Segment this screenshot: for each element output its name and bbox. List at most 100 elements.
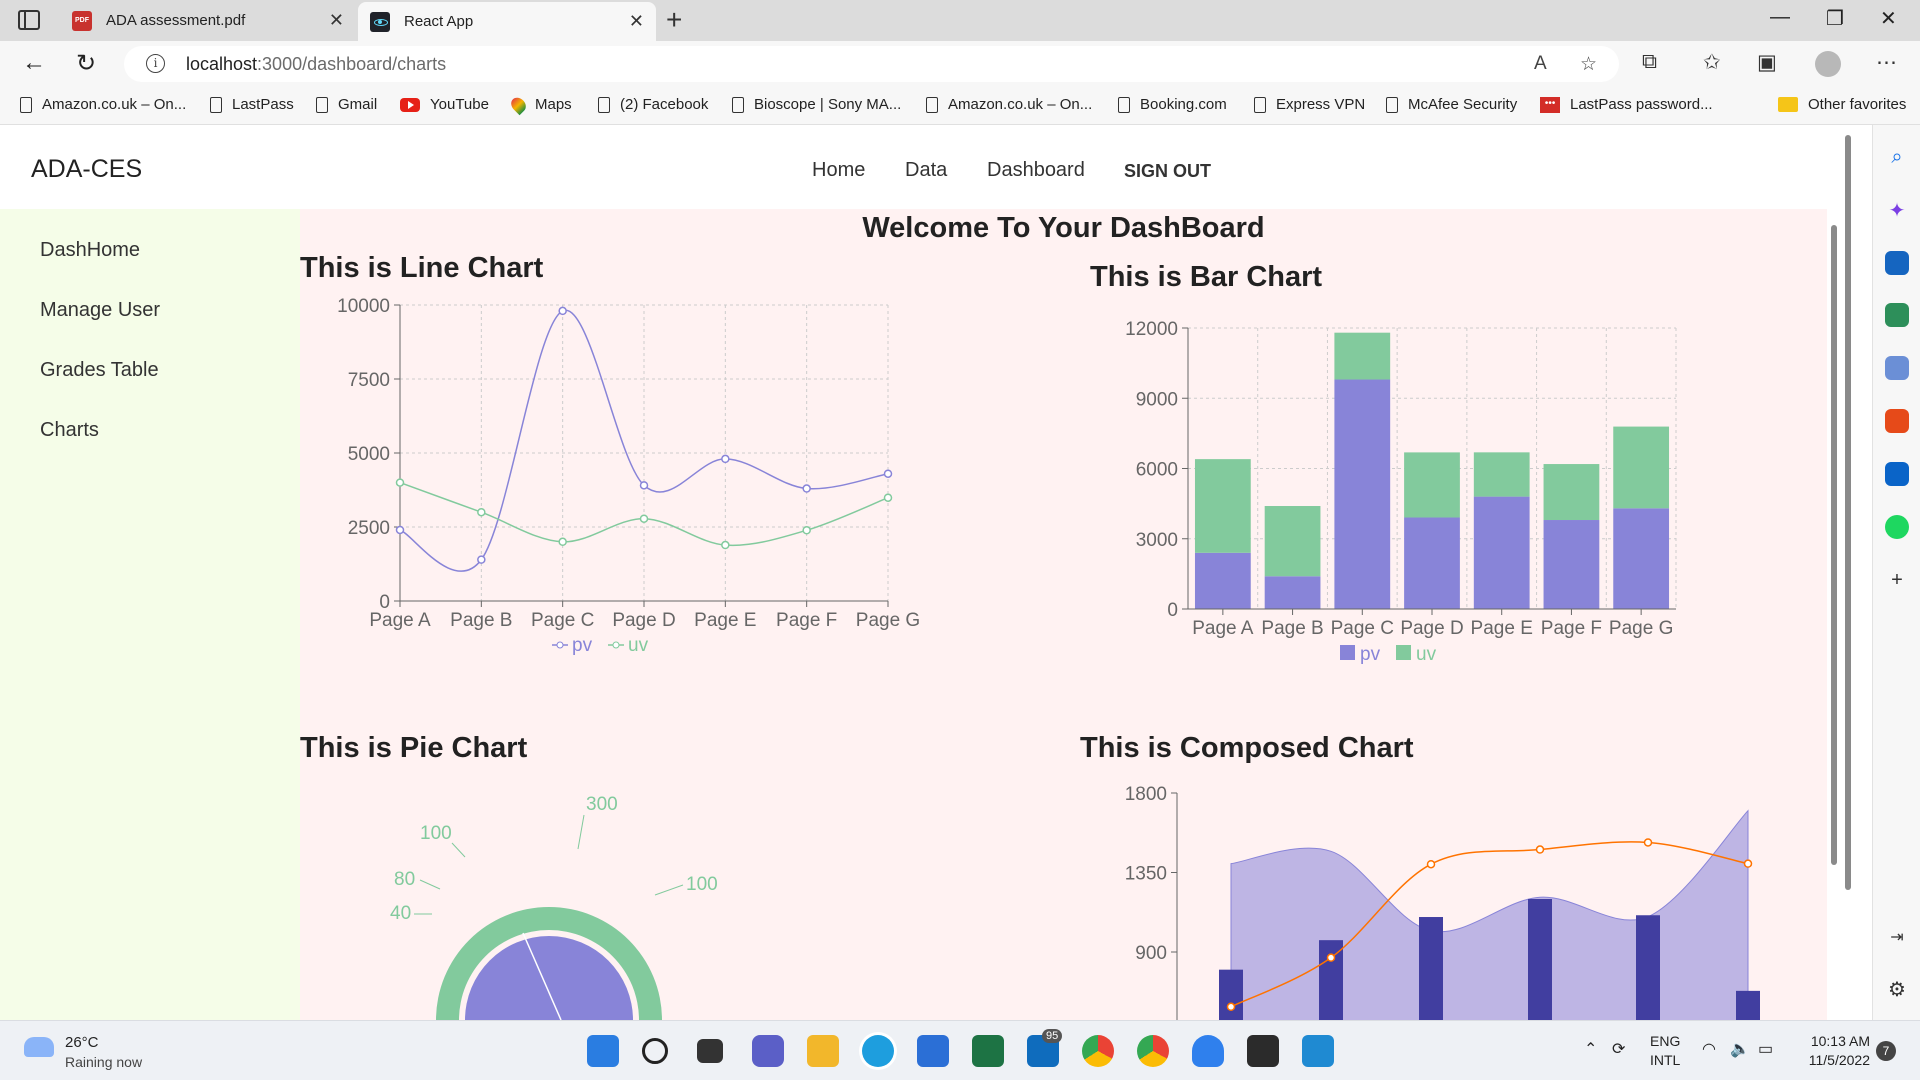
- games-icon[interactable]: [1885, 356, 1909, 380]
- office-icon[interactable]: [1885, 409, 1909, 433]
- shopping-icon[interactable]: [1885, 251, 1909, 275]
- battery-icon[interactable]: ▭: [1758, 1039, 1773, 1059]
- bar-uv: [1543, 464, 1600, 521]
- page-icon: [598, 96, 610, 113]
- sidebar-item-dashhome[interactable]: DashHome: [40, 239, 140, 262]
- tab-pdf[interactable]: PDF ADA assessment.pdf ✕: [60, 0, 356, 41]
- close-tab-icon[interactable]: ✕: [329, 10, 344, 31]
- sidebar-item-grades-table[interactable]: Grades Table: [40, 359, 159, 382]
- add-favorite-icon[interactable]: ☆: [1580, 53, 1597, 76]
- notification-badge[interactable]: 7: [1876, 1041, 1896, 1061]
- excel-icon[interactable]: [972, 1035, 1004, 1067]
- notepad-icon[interactable]: [917, 1035, 949, 1067]
- composed-point: [1535, 845, 1545, 854]
- url-text[interactable]: localhost:3000/dashboard/charts: [186, 54, 446, 75]
- add-sidebar-app-icon[interactable]: +: [1885, 568, 1909, 592]
- teams-chat-icon[interactable]: [752, 1035, 784, 1067]
- bookmark-amazon-2[interactable]: Amazon.co.uk – On...: [926, 96, 1092, 113]
- bookmark-label: LastPass: [232, 96, 294, 113]
- system-clock[interactable]: 10:13 AM 11/5/2022: [1800, 1032, 1870, 1070]
- weather-description[interactable]: Raining now: [65, 1054, 142, 1070]
- composed-area: [1230, 809, 1749, 1020]
- new-tab-icon[interactable]: +: [666, 4, 682, 36]
- composed-bar: [1736, 990, 1760, 1020]
- edge-browser-icon[interactable]: [862, 1035, 894, 1067]
- sign-out-button[interactable]: SIGN OUT: [1124, 161, 1211, 182]
- inner-scroll-thumb[interactable]: [1831, 225, 1837, 865]
- bookmark-bioscope[interactable]: Bioscope | Sony MA...: [732, 96, 901, 113]
- bookmark-other-favorites[interactable]: Other favorites: [1778, 96, 1906, 113]
- read-aloud-icon[interactable]: A: [1534, 53, 1547, 75]
- terminal-icon[interactable]: [1247, 1035, 1279, 1067]
- more-menu-icon[interactable]: ⋯: [1876, 50, 1897, 75]
- chevron-up-icon[interactable]: ⌃: [1584, 1039, 1597, 1059]
- start-windows-icon[interactable]: [587, 1035, 619, 1067]
- pie-label: 100: [420, 823, 452, 844]
- bookmark-gmail[interactable]: Gmail: [316, 96, 377, 113]
- address-bar[interactable]: i localhost:3000/dashboard/charts A ☆: [124, 46, 1619, 82]
- bookmark-maps[interactable]: Maps: [508, 94, 572, 115]
- azure-icon[interactable]: [1192, 1035, 1224, 1067]
- bookmark-label: YouTube: [430, 96, 489, 113]
- file-explorer-icon[interactable]: [807, 1035, 839, 1067]
- composed-bar: [1528, 899, 1552, 1020]
- page-scrollbar[interactable]: [1831, 125, 1872, 1020]
- tab-actions-icon[interactable]: [18, 10, 40, 30]
- sync-icon[interactable]: ⟳: [1612, 1039, 1625, 1059]
- bookmark-mcafee[interactable]: McAfee Security: [1386, 96, 1517, 113]
- extensions-icon[interactable]: ⧉: [1642, 50, 1657, 74]
- copilot-icon[interactable]: ✦: [1885, 198, 1909, 222]
- sidebar-item-charts[interactable]: Charts: [40, 419, 99, 442]
- pie-label-leader: [654, 884, 684, 896]
- restore-icon[interactable]: ❐: [1826, 6, 1844, 31]
- search-icon[interactable]: ⌕: [1885, 145, 1909, 169]
- settings-gear-icon[interactable]: ⚙: [1885, 977, 1909, 1001]
- tab-react-app[interactable]: React App ✕: [358, 2, 656, 41]
- task-view-icon[interactable]: [697, 1039, 723, 1063]
- bookmark-lastpass[interactable]: LastPass: [210, 96, 294, 113]
- minimize-icon[interactable]: —: [1770, 6, 1790, 29]
- site-info-icon[interactable]: i: [146, 54, 165, 73]
- bookmark-youtube[interactable]: YouTube: [400, 96, 489, 113]
- lang-code: ENG: [1650, 1033, 1681, 1049]
- collections-icon[interactable]: ▣: [1757, 50, 1777, 75]
- close-window-icon[interactable]: ✕: [1880, 6, 1897, 31]
- app-header: ADA-CES Home Data Dashboard SIGN OUT: [0, 125, 1836, 209]
- vscode-icon[interactable]: [1302, 1035, 1334, 1067]
- nav-home[interactable]: Home: [812, 159, 865, 182]
- sidebar-item-manage-user[interactable]: Manage User: [40, 299, 160, 322]
- bookmark-facebook[interactable]: (2) Facebook: [598, 96, 708, 113]
- edge-sidebar: ⌕ ✦ + ⇥ ⚙: [1872, 125, 1920, 1020]
- back-arrow-icon[interactable]: ←: [22, 49, 46, 77]
- y-tick-label: 1350: [1125, 864, 1167, 885]
- weather-temperature[interactable]: 26°C: [65, 1034, 99, 1051]
- search-icon[interactable]: [642, 1038, 668, 1064]
- language-indicator[interactable]: ENG INTL: [1650, 1032, 1680, 1070]
- scroll-thumb[interactable]: [1845, 135, 1851, 890]
- close-tab-icon[interactable]: ✕: [629, 11, 644, 32]
- chrome-profile-icon[interactable]: [1137, 1035, 1169, 1067]
- profile-avatar[interactable]: [1815, 51, 1841, 77]
- bookmark-booking[interactable]: Booking.com: [1118, 96, 1227, 113]
- wifi-icon[interactable]: ◠: [1702, 1039, 1716, 1059]
- brand-logo[interactable]: ADA-CES: [31, 155, 142, 184]
- rain-cloud-icon[interactable]: [24, 1037, 54, 1057]
- bar-pv: [1613, 508, 1670, 609]
- y-tick-label: 6000: [1136, 460, 1178, 481]
- outlook-icon[interactable]: [1885, 462, 1909, 486]
- spotify-icon[interactable]: [1885, 515, 1909, 539]
- favorites-icon[interactable]: ✩: [1703, 50, 1721, 75]
- pie-label-leader: [451, 842, 466, 858]
- bar-pv: [1334, 379, 1391, 609]
- tools-icon[interactable]: [1885, 303, 1909, 327]
- refresh-icon[interactable]: ↻: [76, 49, 96, 78]
- bookmark-lastpass-password[interactable]: ••• LastPass password...: [1540, 96, 1713, 113]
- bookmark-amazon[interactable]: Amazon.co.uk – On...: [20, 96, 186, 113]
- volume-icon[interactable]: 🔈: [1730, 1039, 1750, 1059]
- nav-data[interactable]: Data: [905, 159, 947, 182]
- nav-dashboard[interactable]: Dashboard: [987, 159, 1085, 182]
- bookmark-expressvpn[interactable]: Express VPN: [1254, 96, 1365, 113]
- composed-point: [1743, 859, 1753, 868]
- chrome-icon[interactable]: [1082, 1035, 1114, 1067]
- hide-sidebar-icon[interactable]: ⇥: [1885, 925, 1909, 949]
